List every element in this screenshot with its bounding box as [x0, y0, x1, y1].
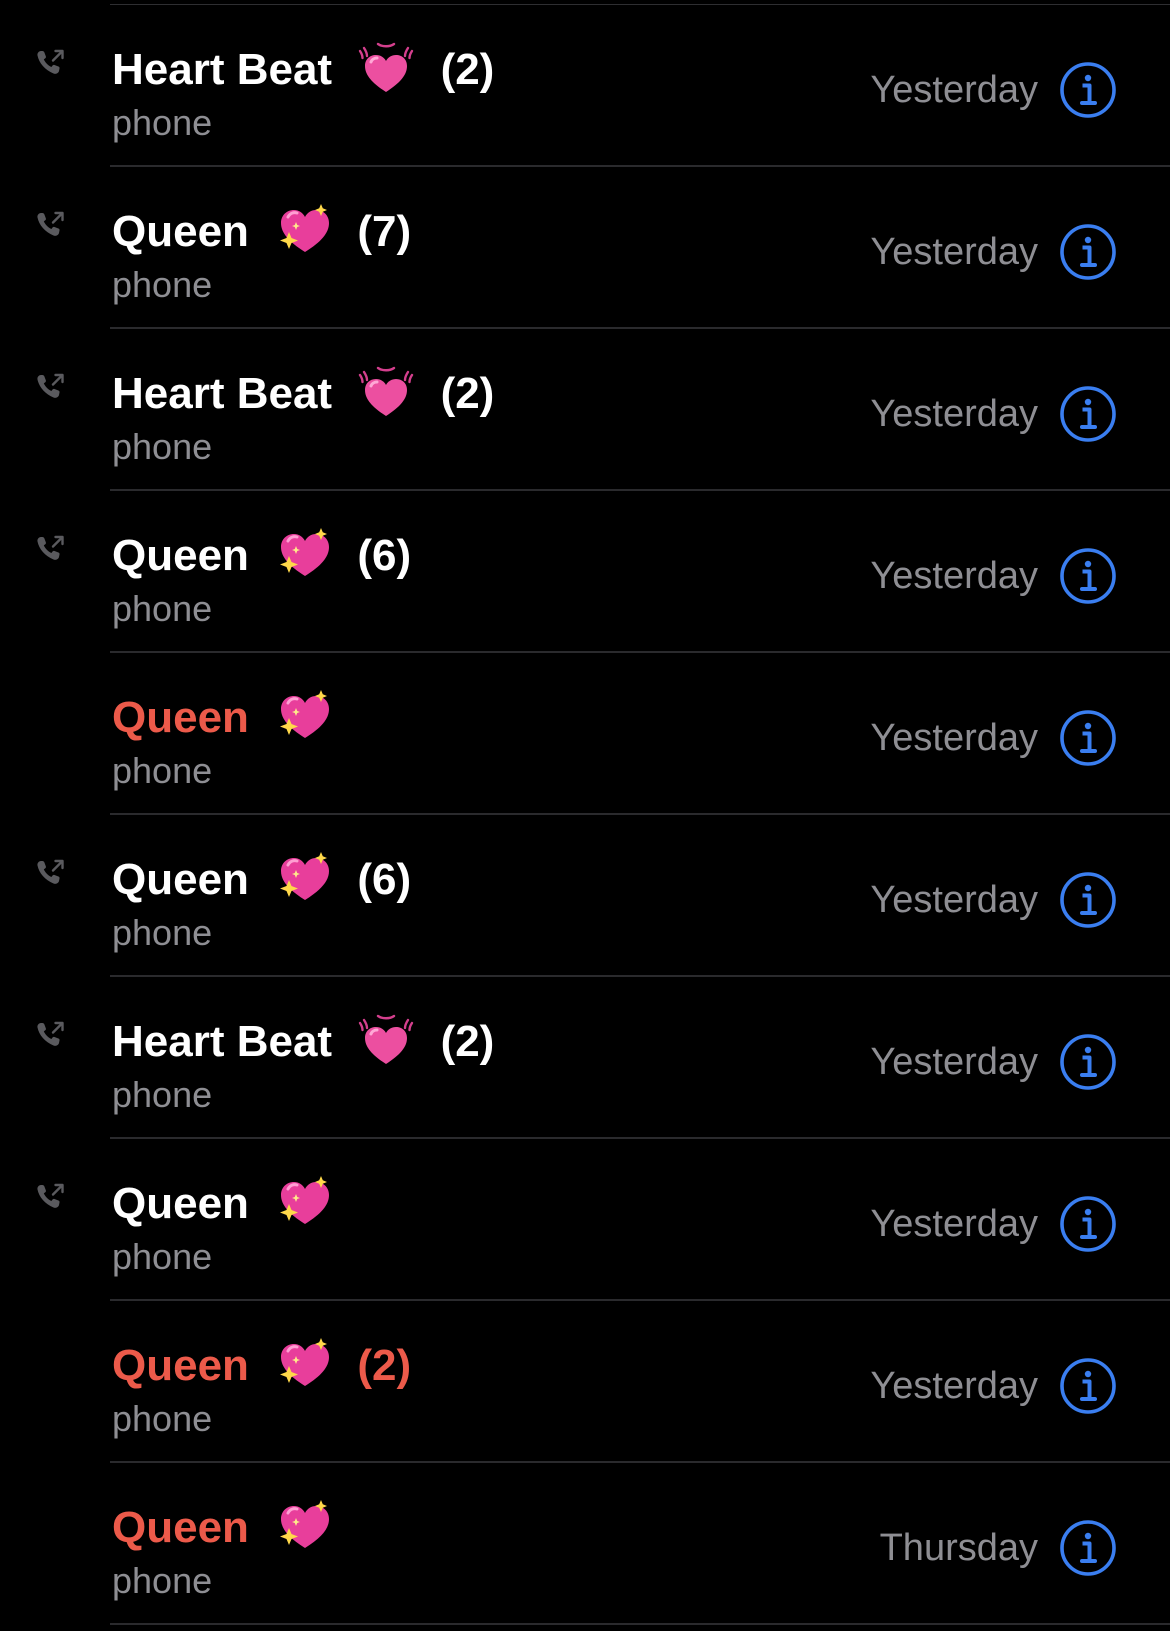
sparkling-heart-emoji [275, 1336, 331, 1392]
call-row-9[interactable]: Queen (2) phone Yesterday [0, 1301, 1170, 1463]
contact-name: Queen [112, 693, 249, 743]
info-icon[interactable] [1059, 1519, 1117, 1577]
info-icon[interactable] [1059, 1033, 1117, 1091]
call-type-label: phone [112, 750, 213, 791]
contact-name-line: Queen [112, 1171, 357, 1233]
call-count: (6) [357, 855, 412, 905]
info-icon[interactable] [1059, 385, 1117, 443]
contact-name-line: Queen (6) [112, 523, 411, 585]
outgoing-call-icon [34, 46, 68, 80]
call-row-8[interactable]: Queen phone Yesterday [0, 1139, 1170, 1301]
call-type-label: phone [112, 102, 213, 143]
call-time: Yesterday [870, 69, 1038, 111]
info-icon[interactable] [1059, 871, 1117, 929]
contact-name-line: Queen [112, 685, 357, 747]
info-icon[interactable] [1059, 1195, 1117, 1253]
call-count: (2) [357, 1341, 412, 1391]
call-type-label: phone [112, 1236, 213, 1277]
beating-heart-emoji [358, 40, 414, 96]
call-row-3[interactable]: Heart Beat (2) phone Yesterday [0, 329, 1170, 491]
beating-heart-emoji [358, 364, 414, 420]
info-icon[interactable] [1059, 1357, 1117, 1415]
outgoing-call-icon [34, 856, 68, 890]
call-type-label: phone [112, 264, 213, 305]
call-row-2[interactable]: Queen (7) phone Yesterday [0, 167, 1170, 329]
beating-heart-emoji [358, 1012, 414, 1068]
call-row-10[interactable]: Queen phone Thursday [0, 1463, 1170, 1625]
contact-name-line: Heart Beat (2) [112, 1009, 494, 1071]
call-count: (2) [440, 1017, 495, 1067]
call-type-label: phone [112, 1398, 213, 1439]
call-type-label: phone [112, 912, 213, 953]
call-time: Yesterday [870, 555, 1038, 597]
sparkling-heart-emoji [275, 1174, 331, 1230]
row-divider [110, 1623, 1170, 1625]
call-type-label: phone [112, 426, 213, 467]
info-icon[interactable] [1059, 61, 1117, 119]
info-icon[interactable] [1059, 223, 1117, 281]
call-time: Thursday [879, 1527, 1038, 1569]
contact-name-line: Heart Beat (2) [112, 361, 494, 423]
call-time: Yesterday [870, 879, 1038, 921]
call-time: Yesterday [870, 717, 1038, 759]
contact-name: Queen [112, 1179, 249, 1229]
info-icon[interactable] [1059, 547, 1117, 605]
recents-list: Heart Beat (2) phone Yesterday Queen (7)… [0, 0, 1170, 1631]
sparkling-heart-emoji [275, 850, 331, 906]
call-type-label: phone [112, 1074, 213, 1115]
sparkling-heart-emoji [275, 202, 331, 258]
outgoing-call-icon [34, 1180, 68, 1214]
call-type-label: phone [112, 1560, 213, 1601]
contact-name: Queen [112, 855, 249, 905]
call-type-label: phone [112, 588, 213, 629]
call-time: Yesterday [870, 393, 1038, 435]
call-count: (6) [357, 531, 412, 581]
outgoing-call-icon [34, 1018, 68, 1052]
contact-name: Heart Beat [112, 1017, 333, 1067]
contact-name: Queen [112, 1503, 249, 1553]
contact-name-line: Queen (6) [112, 847, 411, 909]
call-count: (2) [440, 369, 495, 419]
call-row-4[interactable]: Queen (6) phone Yesterday [0, 491, 1170, 653]
contact-name: Queen [112, 531, 249, 581]
contact-name: Heart Beat [112, 45, 333, 95]
call-row-1[interactable]: Heart Beat (2) phone Yesterday [0, 5, 1170, 167]
call-row-7[interactable]: Heart Beat (2) phone Yesterday [0, 977, 1170, 1139]
sparkling-heart-emoji [275, 688, 331, 744]
contact-name: Heart Beat [112, 369, 333, 419]
outgoing-call-icon [34, 532, 68, 566]
outgoing-call-icon [34, 208, 68, 242]
call-time: Yesterday [870, 231, 1038, 273]
contact-name: Queen [112, 207, 249, 257]
call-time: Yesterday [870, 1365, 1038, 1407]
call-row-5[interactable]: Queen phone Yesterday [0, 653, 1170, 815]
sparkling-heart-emoji [275, 526, 331, 582]
call-count: (2) [440, 45, 495, 95]
info-icon[interactable] [1059, 709, 1117, 767]
contact-name-line: Heart Beat (2) [112, 37, 494, 99]
contact-name: Queen [112, 1341, 249, 1391]
call-time: Yesterday [870, 1041, 1038, 1083]
call-time: Yesterday [870, 1203, 1038, 1245]
contact-name-line: Queen (7) [112, 199, 411, 261]
contact-name-line: Queen (2) [112, 1333, 411, 1395]
contact-name-line: Queen [112, 1495, 357, 1557]
outgoing-call-icon [34, 370, 68, 404]
call-count: (7) [357, 207, 412, 257]
sparkling-heart-emoji [275, 1498, 331, 1554]
call-row-6[interactable]: Queen (6) phone Yesterday [0, 815, 1170, 977]
